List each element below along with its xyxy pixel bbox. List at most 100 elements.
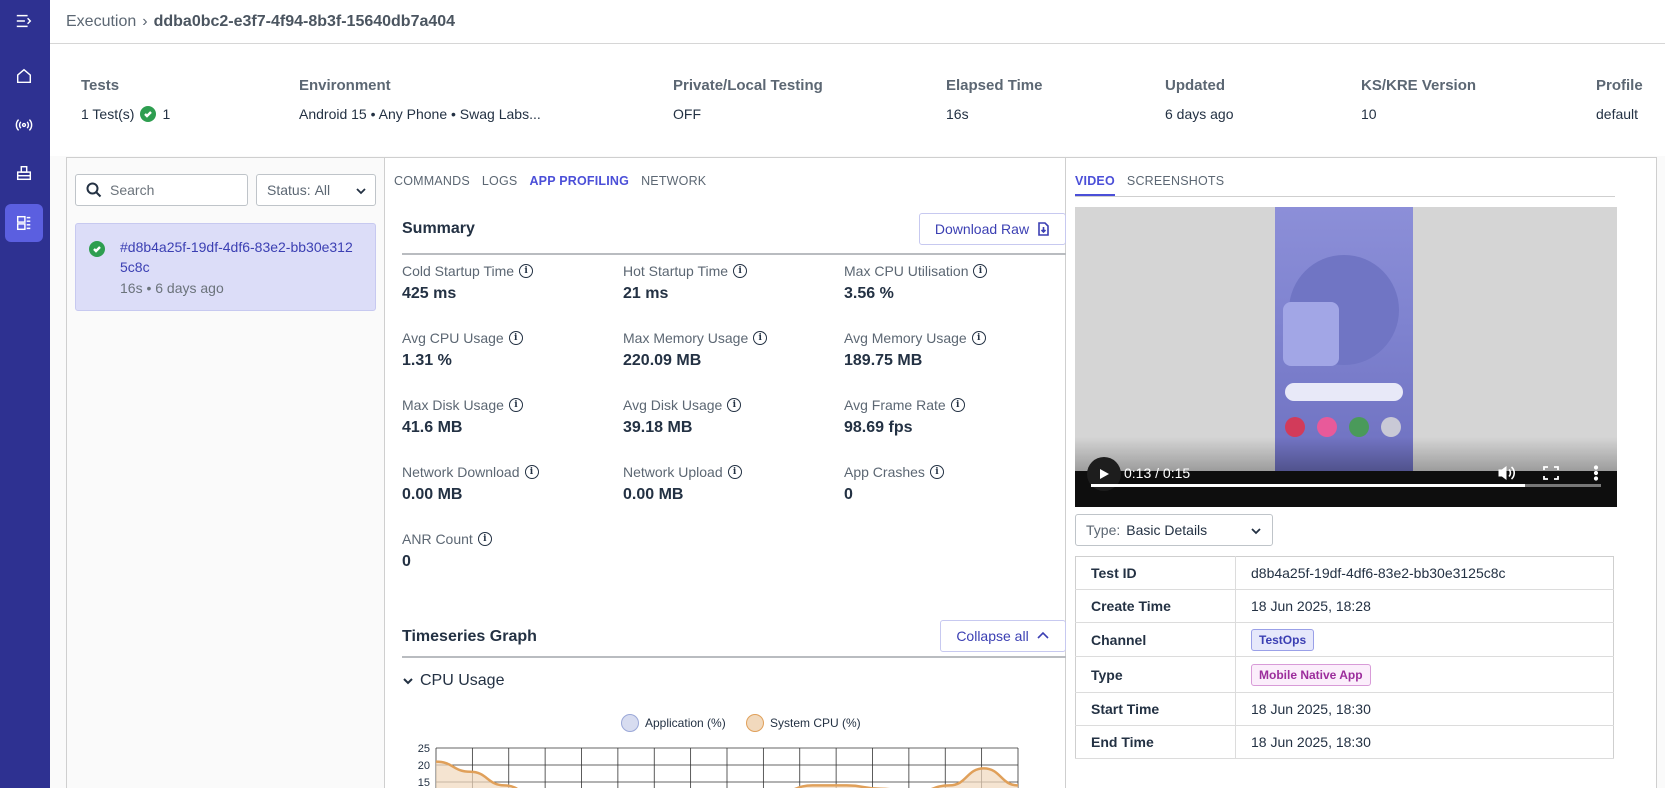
menu-toggle-button[interactable]	[5, 2, 43, 40]
search-input[interactable]	[110, 182, 230, 198]
left-nav	[0, 0, 50, 788]
tab-logs[interactable]: LOGS	[482, 174, 518, 194]
meta-tests-label: Tests	[81, 77, 120, 94]
volume-button[interactable]	[1497, 465, 1516, 481]
cpu-usage-toggle[interactable]: CPU Usage	[402, 672, 504, 690]
metric-value: 189.75 MB	[844, 352, 923, 369]
details-value: 18 Jun 2025, 18:30	[1235, 692, 1614, 726]
meta-profile: Profile default	[1596, 77, 1643, 122]
nav-devices[interactable]	[5, 154, 43, 192]
metric-label: Avg CPU Usage	[402, 330, 504, 346]
nav-executions[interactable]	[5, 204, 43, 242]
meta-version-value: 10	[1361, 106, 1377, 122]
metric-label: Hot Startup Time	[623, 263, 729, 279]
info-icon[interactable]: i	[508, 331, 523, 345]
meta-profile-value: default	[1596, 106, 1639, 122]
passed-check-icon	[140, 106, 157, 122]
meta-updated: Updated 6 days ago	[1165, 77, 1234, 122]
cpu-usage-chart: 25 20 15	[418, 743, 1019, 788]
metric-item: Network Download i 0.00 MB	[402, 464, 539, 504]
info-icon[interactable]: i	[519, 264, 534, 278]
legend-application[interactable]: Application (%)	[621, 714, 726, 732]
breadcrumb-execution-link[interactable]: Execution	[66, 13, 136, 31]
detail-tabs: COMMANDS LOGS APP PROFILING NETWORK	[394, 174, 706, 194]
info-icon[interactable]: i	[973, 264, 988, 278]
chevron-up-icon	[1037, 631, 1049, 639]
details-row: Test ID d8b4a25f-19df-4df6-83e2-bb30e312…	[1075, 556, 1614, 590]
tab-commands[interactable]: COMMANDS	[394, 174, 470, 194]
metric-value: 0.00 MB	[402, 486, 463, 503]
meta-version: KS/KRE Version 10	[1361, 77, 1476, 122]
collapse-all-button[interactable]: Collapse all	[940, 620, 1066, 652]
metric-item: Avg Disk Usage i 39.18 MB	[623, 397, 742, 437]
status-filter-select[interactable]: Status: All	[256, 174, 376, 206]
more-vertical-icon	[1593, 465, 1599, 481]
info-icon[interactable]: i	[950, 398, 965, 412]
info-icon[interactable]: i	[508, 398, 523, 412]
y-tick-label: 20	[418, 760, 430, 772]
metric-item: Cold Startup Time i 425 ms	[402, 263, 534, 303]
collapse-all-label: Collapse all	[956, 628, 1029, 644]
meta-tests-value: 1 Test(s)	[81, 106, 135, 122]
info-icon[interactable]: i	[971, 331, 986, 345]
video-more-button[interactable]	[1587, 465, 1605, 481]
info-icon[interactable]: i	[524, 465, 539, 479]
metric-label: ANR Count	[402, 531, 473, 547]
metric-label: Cold Startup Time	[402, 263, 515, 279]
home-icon	[16, 68, 32, 84]
volume-icon	[1498, 466, 1516, 480]
tab-app-profiling[interactable]: APP PROFILING	[529, 174, 629, 194]
video-time: 0:13 / 0:15	[1124, 465, 1191, 481]
meta-elapsed-value: 16s	[946, 106, 969, 122]
search-icon	[86, 182, 102, 198]
search-box[interactable]	[75, 174, 248, 206]
info-icon[interactable]: i	[929, 465, 944, 479]
metric-label: Avg Memory Usage	[844, 330, 967, 346]
meta-elapsed: Elapsed Time 16s	[946, 77, 1042, 122]
nav-home[interactable]	[5, 57, 43, 95]
nav-live[interactable]	[5, 106, 43, 144]
meta-version-label: KS/KRE Version	[1361, 77, 1477, 94]
metric-label: Max Disk Usage	[402, 397, 504, 413]
fullscreen-button[interactable]	[1542, 465, 1560, 481]
meta-environment: Environment Android 15 • Any Phone • Swa…	[299, 77, 541, 122]
app-profiling-panel: COMMANDS LOGS APP PROFILING NETWORK Summ…	[386, 158, 1066, 788]
download-raw-button[interactable]: Download Raw	[919, 213, 1066, 245]
timeseries-title: Timeseries Graph	[402, 628, 537, 645]
google-search-bar	[1285, 383, 1403, 401]
chevron-down-icon	[356, 188, 366, 195]
type-select-label: Type:	[1086, 522, 1121, 538]
tab-screenshots[interactable]: SCREENSHOTS	[1127, 174, 1224, 196]
video-progress-bar[interactable]	[1091, 484, 1601, 487]
test-list-item[interactable]: #d8b4a25f-19df-4df6-83e2-bb30e3125c8c 16…	[75, 223, 376, 311]
y-tick-label: 15	[418, 777, 430, 788]
meta-private-value: OFF	[673, 106, 701, 122]
breadcrumb-separator: ›	[142, 12, 148, 30]
cpu-usage-title: CPU Usage	[420, 672, 505, 689]
metric-label: Network Download	[402, 464, 520, 480]
meta-env-label: Environment	[299, 77, 391, 94]
details-row: Type Mobile Native App	[1075, 656, 1614, 693]
info-icon[interactable]: i	[477, 532, 492, 546]
weather-widget	[1283, 302, 1339, 366]
metric-item: Network Upload i 0.00 MB	[623, 464, 742, 504]
chevron-down-icon	[1251, 528, 1261, 535]
details-key: Channel	[1075, 622, 1236, 657]
tab-network[interactable]: NETWORK	[641, 174, 706, 194]
legend-system-cpu[interactable]: System CPU (%)	[746, 714, 861, 732]
video-player[interactable]: 0:13 / 0:15	[1075, 207, 1617, 507]
details-row: Start Time 18 Jun 2025, 18:30	[1075, 692, 1614, 726]
tab-video[interactable]: VIDEO	[1075, 174, 1115, 196]
info-icon[interactable]: i	[733, 264, 748, 278]
metric-value: 98.69 fps	[844, 419, 913, 436]
legend-swatch-application	[621, 714, 639, 732]
meta-tests-passed: 1	[162, 106, 171, 122]
details-type-select[interactable]: Type: Basic Details	[1075, 514, 1273, 546]
info-icon[interactable]: i	[727, 398, 742, 412]
details-key: Start Time	[1075, 692, 1236, 726]
media-tabs: VIDEO SCREENSHOTS	[1075, 174, 1615, 197]
expand-menu-icon	[16, 14, 32, 28]
download-file-icon	[1038, 222, 1049, 236]
info-icon[interactable]: i	[753, 331, 768, 345]
info-icon[interactable]: i	[727, 465, 742, 479]
